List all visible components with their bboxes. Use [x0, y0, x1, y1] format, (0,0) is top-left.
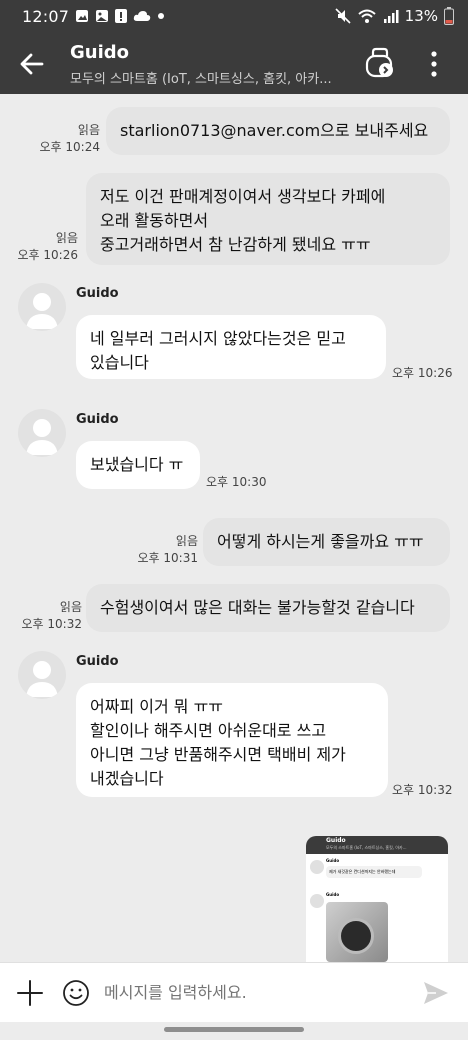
sender-name: Guido: [76, 654, 119, 669]
cloud-icon: [133, 11, 151, 21]
share-chat-icon[interactable]: [364, 46, 396, 80]
home-handle[interactable]: [164, 1027, 304, 1032]
received-message-bubble[interactable]: 네 일부러 그러시지 않았다는것은 믿고 있습니다: [76, 315, 386, 379]
avatar[interactable]: [18, 409, 66, 457]
message-time: 오후 10:30: [206, 475, 267, 489]
image-icon: [76, 10, 88, 22]
message-meta: 읽음 오후 10:32: [2, 599, 82, 633]
signal-icon: [383, 10, 399, 23]
battery-percent: 13%: [404, 7, 438, 25]
thumbnail-message: 제가 새것같은 컨디션까지는 안바랬는데: [326, 866, 422, 878]
thumbnail-title: Guido: [326, 837, 346, 844]
thumbnail-header: Guido 모두의 스마트홈 (IoT, 스마트싱스, 홈킷, 아카...: [306, 836, 448, 854]
gallery-icon: [96, 10, 108, 22]
read-receipt: 읽음: [175, 534, 198, 548]
plus-icon[interactable]: [16, 979, 44, 1007]
notification-icons: [75, 9, 165, 23]
thumbnail-sender: Guido: [326, 858, 340, 863]
message-time: 오후 10:32: [392, 783, 453, 797]
message-list[interactable]: 읽음 오후 10:24 starlion0713@naver.com으로 보내주…: [0, 94, 468, 962]
thumbnail-avatar: [310, 894, 324, 908]
message-time: 오후 10:24: [39, 140, 100, 154]
sent-message-bubble[interactable]: starlion0713@naver.com으로 보내주세요: [106, 107, 450, 155]
status-time: 12:07: [22, 7, 70, 26]
sent-message-bubble[interactable]: 저도 이건 판매계정이여서 생각보다 카페에 오래 활동하면서 중고거래하면서 …: [86, 173, 450, 265]
avatar[interactable]: [18, 283, 66, 331]
shared-image-thumbnail[interactable]: Guido 모두의 스마트홈 (IoT, 스마트싱스, 홈킷, 아카... Gu…: [306, 836, 448, 962]
thumbnail-photo: [326, 902, 388, 962]
message-time: 오후 10:31: [137, 551, 198, 565]
default-avatar-icon: [26, 293, 58, 329]
received-message-bubble[interactable]: 보냈습니다 ㅠ: [76, 441, 200, 489]
thumbnail-subtitle: 모두의 스마트홈 (IoT, 스마트싱스, 홈킷, 아카...: [326, 845, 407, 850]
avatar[interactable]: [18, 651, 66, 699]
message-input[interactable]: [104, 983, 404, 1002]
message-meta: 읽음 오후 10:26: [0, 230, 78, 264]
message-time: 오후 10:26: [17, 248, 78, 262]
message-time: 오후 10:32: [21, 617, 82, 631]
sender-name: Guido: [76, 412, 119, 427]
arrow-left-icon[interactable]: [16, 48, 48, 80]
chat-title: Guido: [70, 42, 130, 63]
message-input-bar: [0, 962, 468, 1022]
read-receipt: 읽음: [77, 123, 100, 137]
system-nav-bar: [0, 1022, 468, 1040]
send-icon[interactable]: [422, 980, 450, 1006]
thumbnail-sender: Guido: [326, 892, 340, 897]
message-meta: 읽음 오후 10:31: [118, 533, 198, 567]
alert-icon: [115, 9, 127, 23]
sent-message-bubble[interactable]: 수험생이여서 많은 대화는 불가능할것 같습니다: [86, 584, 450, 632]
battery-icon: [444, 7, 454, 25]
read-receipt: 읽음: [55, 231, 78, 245]
default-avatar-icon: [26, 419, 58, 455]
sender-name: Guido: [76, 286, 119, 301]
read-receipt: 읽음: [59, 600, 82, 614]
thumbnail-avatar: [310, 860, 324, 874]
more-vertical-icon[interactable]: [424, 50, 444, 78]
object-in-photo: [338, 918, 374, 954]
mute-icon: [335, 8, 351, 24]
system-icons: 13%: [335, 7, 454, 25]
wifi-icon: [357, 9, 376, 23]
status-bar: 12:07 13%: [0, 0, 468, 34]
default-avatar-icon: [26, 661, 58, 697]
received-message-bubble[interactable]: 어짜피 이거 뭐 ㅠㅠ 할인이나 해주시면 아쉬운대로 쓰고 아니면 그냥 반품…: [76, 683, 388, 797]
chat-subtitle: 모두의 스마트홈 (IoT, 스마트싱스, 홈킷, 아카...: [70, 72, 332, 87]
message-meta: 읽음 오후 10:24: [20, 122, 100, 156]
chat-header: Guido 모두의 스마트홈 (IoT, 스마트싱스, 홈킷, 아카...: [0, 34, 468, 94]
sent-message-bubble[interactable]: 어떻게 하시는게 좋을까요 ㅠㅠ: [203, 518, 450, 566]
message-time: 오후 10:26: [392, 366, 453, 380]
emoji-icon[interactable]: [62, 979, 90, 1007]
dot-icon: [158, 13, 164, 19]
